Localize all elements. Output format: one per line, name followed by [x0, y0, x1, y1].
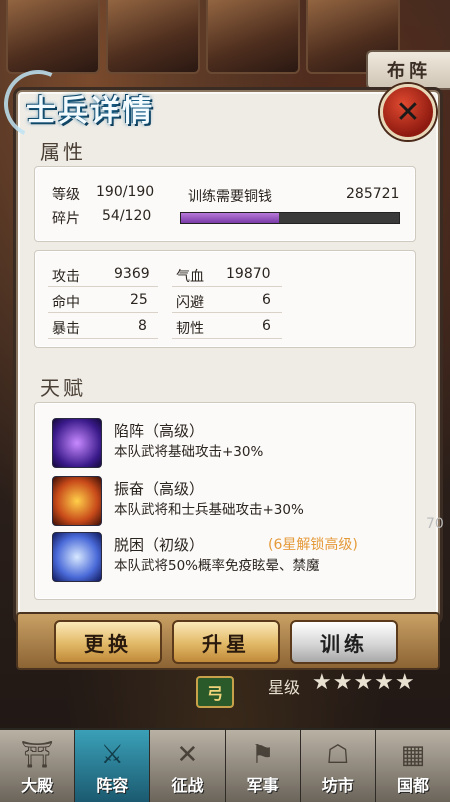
talent-name: 脱困（初级）	[114, 536, 205, 554]
divider	[48, 338, 158, 339]
nav-label: 大殿	[21, 776, 54, 795]
side-number: 70	[426, 516, 444, 532]
flag-icon: ⚑	[250, 740, 275, 770]
nav-label: 国都	[396, 776, 429, 795]
nav-item-lineup[interactable]: ⚔ 阵容	[75, 730, 151, 802]
stat-value: 9369	[114, 266, 150, 282]
close-button[interactable]: ✕	[380, 84, 436, 140]
warrior-fire-icon[interactable]	[52, 476, 102, 526]
fragments-value: 54/120	[102, 208, 152, 224]
talent-name: 振奋（高级）	[114, 480, 205, 498]
level-label: 等级	[52, 187, 80, 203]
training-progress-bar	[180, 212, 400, 224]
stat-value: 19870	[226, 266, 271, 282]
warrior-blue-icon[interactable]	[52, 532, 102, 582]
nav-item-market[interactable]: ☖ 坊市	[300, 730, 376, 802]
bottom-nav: ⛩ 大殿 ⚔ 阵容 ✕ 征战 ⚑ 军事 ☖ 坊市 ▦ 国都	[0, 728, 450, 802]
stat-label: 气血	[176, 269, 204, 285]
close-x-icon: ✕	[395, 94, 421, 130]
stat-label: 攻击	[52, 269, 80, 285]
level-value: 190/190	[96, 184, 155, 200]
divider	[172, 286, 282, 287]
palace-icon: ⛩	[20, 740, 54, 770]
hero-portrait[interactable]	[206, 0, 300, 74]
stats-box	[34, 250, 416, 348]
nav-label: 军事	[246, 776, 279, 795]
nav-item-palace[interactable]: ⛩ 大殿	[0, 730, 76, 802]
divider	[48, 286, 158, 287]
hero-portrait[interactable]	[6, 0, 100, 74]
talent-name: 陷阵（高级）	[114, 422, 205, 440]
divider	[172, 312, 282, 313]
hero-portrait[interactable]	[106, 0, 200, 74]
helmet-icon: ⚔	[100, 740, 124, 770]
attributes-section-title: 属性	[40, 140, 86, 164]
bow-badge-icon: 弓	[196, 676, 234, 708]
replace-button[interactable]: 更换	[54, 620, 162, 664]
divider	[48, 312, 158, 313]
panel-title: 士兵详情	[26, 94, 154, 129]
star-rating: ★★★★★	[312, 670, 416, 695]
star-up-button[interactable]: 升星	[172, 620, 280, 664]
stat-value: 25	[130, 292, 148, 308]
nav-item-campaign[interactable]: ✕ 征战	[150, 730, 226, 802]
nav-label: 阵容	[96, 776, 129, 795]
talent-desc: 本队武将基础攻击+30%	[114, 444, 264, 460]
stat-value: 6	[262, 292, 271, 308]
talent-desc: 本队武将50%概率免疫眩晕、禁魔	[114, 558, 320, 574]
training-cost-label: 训练需要铜钱	[188, 189, 272, 205]
nav-item-military[interactable]: ⚑ 军事	[225, 730, 301, 802]
talent-desc: 本队武将和士兵基础攻击+30%	[114, 502, 304, 518]
city-icon: ▦	[400, 740, 426, 770]
warrior-purple-icon[interactable]	[52, 418, 102, 468]
stat-value: 8	[138, 318, 147, 334]
crossed-swords-icon: ✕	[176, 740, 199, 770]
train-button[interactable]: 训练	[290, 620, 398, 664]
stat-label: 命中	[52, 295, 80, 311]
stat-label: 闪避	[176, 295, 204, 311]
market-icon: ☖	[326, 740, 350, 770]
nav-label: 征战	[171, 776, 204, 795]
star-level-label: 星级	[268, 678, 301, 697]
talents-section-title: 天赋	[40, 376, 86, 400]
stat-label: 暴击	[52, 321, 80, 337]
divider	[172, 338, 282, 339]
nav-item-capital[interactable]: ▦ 国都	[375, 730, 450, 802]
stat-value: 6	[262, 318, 271, 334]
stat-label: 韧性	[176, 321, 204, 337]
training-cost-value: 285721	[346, 186, 400, 202]
fragments-label: 碎片	[52, 211, 80, 227]
training-progress-fill	[181, 213, 280, 223]
nav-label: 坊市	[321, 776, 354, 795]
unlock-hint: (6星解锁高级)	[268, 537, 358, 553]
